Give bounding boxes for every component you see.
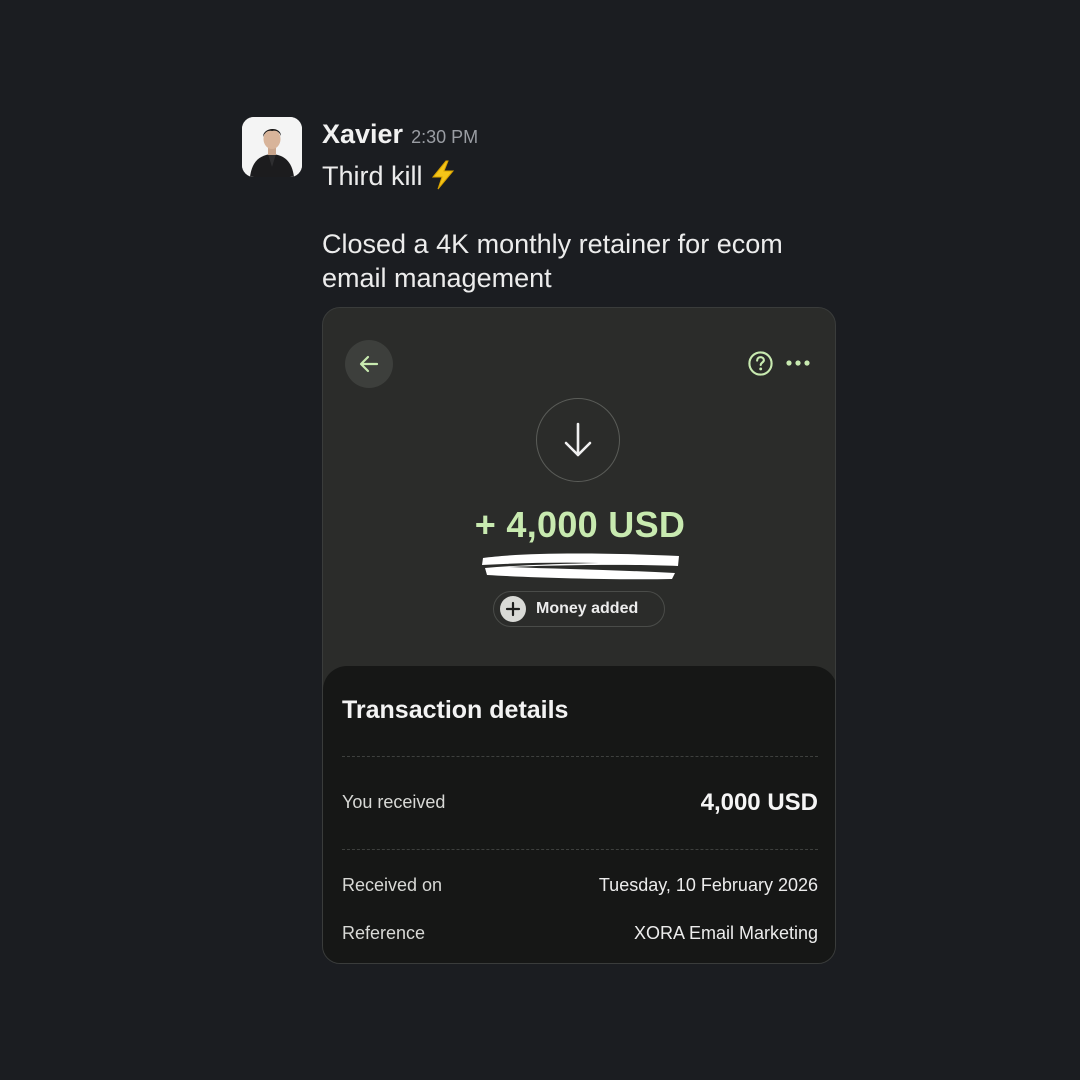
lightning-bolt-icon xyxy=(431,160,454,190)
reference-value: XORA Email Marketing xyxy=(633,923,818,943)
arrow-left-icon xyxy=(359,355,379,373)
message-timestamp[interactable]: 2:30 PM xyxy=(411,127,478,148)
chat-message: Xavier 2:30 PM Third kill Closed a 4K mo… xyxy=(242,117,842,967)
details-title: Transaction details xyxy=(342,696,569,724)
attached-screenshot[interactable]: + 4,000 USD Money added Transaction deta… xyxy=(322,307,836,964)
avatar[interactable] xyxy=(242,117,302,177)
back-button[interactable] xyxy=(345,340,393,388)
sender-name[interactable]: Xavier xyxy=(322,119,403,150)
status-label: Money added xyxy=(536,600,639,617)
question-circle-icon[interactable] xyxy=(747,350,774,377)
message-line-1: Third kill xyxy=(322,159,457,193)
message-line-3: email management xyxy=(322,263,552,293)
plus-icon xyxy=(500,596,526,622)
status-pill: Money added xyxy=(493,591,665,627)
divider xyxy=(342,756,818,757)
message-header: Xavier 2:30 PM xyxy=(322,119,478,153)
arrow-down-icon xyxy=(564,422,592,457)
more-dots-icon[interactable] xyxy=(785,354,811,372)
incoming-indicator xyxy=(536,398,620,482)
message-line-2: Closed a 4K monthly retainer for ecom xyxy=(322,229,783,259)
avatar-photo xyxy=(242,117,302,177)
reference-label: Reference xyxy=(342,923,426,943)
redaction-scribble xyxy=(482,553,679,580)
plus-glyph xyxy=(505,601,521,617)
received-on-label: Received on xyxy=(342,875,443,895)
transaction-details-panel: Transaction details You received 4,000 U… xyxy=(323,666,835,963)
message-text: Third kill xyxy=(322,161,423,191)
transaction-amount: + 4,000 USD xyxy=(474,504,686,545)
received-on-value: Tuesday, 10 February 2026 xyxy=(598,875,818,895)
received-value: 4,000 USD xyxy=(700,789,818,816)
received-label: You received xyxy=(342,792,446,812)
divider xyxy=(342,849,818,850)
